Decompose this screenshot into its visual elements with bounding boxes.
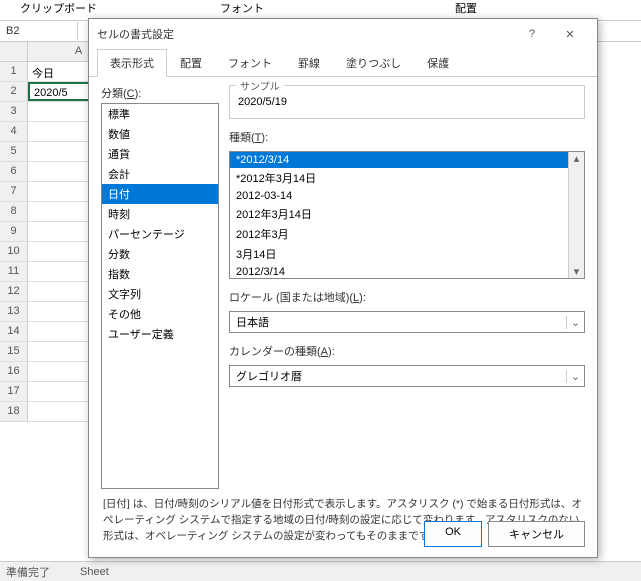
format-cells-dialog: セルの書式設定 ? ✕ 表示形式配置フォント罫線塗りつぶし保護 分類(C): 標… — [88, 18, 598, 558]
ok-button[interactable]: OK — [424, 521, 482, 547]
tab-1[interactable]: 配置 — [167, 49, 215, 77]
row-header[interactable]: 8 — [0, 202, 28, 221]
category-item[interactable]: その他 — [102, 304, 218, 324]
row-header[interactable]: 13 — [0, 302, 28, 321]
scroll-up-icon[interactable]: ▴ — [574, 152, 580, 165]
row-header[interactable]: 17 — [0, 382, 28, 401]
row-header[interactable]: 14 — [0, 322, 28, 341]
tab-4[interactable]: 塗りつぶし — [333, 49, 414, 77]
sample-value: 2020/5/19 — [236, 92, 578, 112]
category-item[interactable]: 分数 — [102, 244, 218, 264]
row-header[interactable]: 9 — [0, 222, 28, 241]
row-header[interactable]: 18 — [0, 402, 28, 421]
row-header[interactable]: 4 — [0, 122, 28, 141]
category-item[interactable]: 文字列 — [102, 284, 218, 304]
calendar-combo[interactable]: グレゴリオ暦 ⌄ — [229, 365, 585, 387]
ribbon-group-clipboard: クリップボード — [20, 0, 97, 16]
sheet-tab[interactable]: Sheet — [80, 566, 109, 578]
close-button[interactable]: ✕ — [551, 22, 589, 47]
help-button[interactable]: ? — [513, 22, 551, 46]
type-item[interactable]: *2012年3月14日 — [230, 168, 568, 188]
type-item[interactable]: 2012年3月14日 — [230, 204, 568, 224]
scroll-down-icon[interactable]: ▾ — [574, 265, 580, 278]
type-item[interactable]: 3月14日 — [230, 244, 568, 264]
category-label: 分類(C): — [101, 85, 219, 101]
row-header[interactable]: 3 — [0, 102, 28, 121]
category-item[interactable]: 会計 — [102, 164, 218, 184]
type-item[interactable]: 2012-03-14 — [230, 188, 568, 204]
category-item[interactable]: ユーザー定義 — [102, 324, 218, 344]
row-header[interactable]: 10 — [0, 242, 28, 261]
row-header[interactable]: 2 — [0, 82, 28, 101]
tab-5[interactable]: 保護 — [414, 49, 462, 77]
category-listbox[interactable]: 標準数値通貨会計日付時刻パーセンテージ分数指数文字列その他ユーザー定義 — [101, 103, 219, 489]
row-header[interactable]: 7 — [0, 182, 28, 201]
category-item[interactable]: 通貨 — [102, 144, 218, 164]
type-item[interactable]: 2012年3月 — [230, 224, 568, 244]
name-box[interactable]: B2 — [0, 22, 78, 40]
type-label: 種類(T): — [229, 129, 585, 145]
locale-combo[interactable]: 日本語 ⌄ — [229, 311, 585, 333]
type-item[interactable]: 2012/3/14 — [230, 264, 568, 278]
sample-label: サンプル — [236, 78, 284, 93]
locale-value: 日本語 — [230, 314, 566, 330]
row-header[interactable]: 11 — [0, 262, 28, 281]
row-header[interactable]: 16 — [0, 362, 28, 381]
dialog-tabs: 表示形式配置フォント罫線塗りつぶし保護 — [89, 49, 597, 77]
type-item[interactable]: *2012/3/14 — [230, 152, 568, 168]
chevron-down-icon: ⌄ — [566, 316, 584, 329]
category-item[interactable]: 標準 — [102, 104, 218, 124]
scrollbar[interactable]: ▴▾ — [568, 152, 584, 278]
row-header[interactable]: 15 — [0, 342, 28, 361]
calendar-label: カレンダーの種類(A): — [229, 343, 585, 359]
type-listbox[interactable]: *2012/3/14*2012年3月14日2012-03-142012年3月14… — [229, 151, 585, 279]
category-item[interactable]: パーセンテージ — [102, 224, 218, 244]
category-item[interactable]: 指数 — [102, 264, 218, 284]
calendar-value: グレゴリオ暦 — [230, 368, 566, 384]
sample-box: サンプル 2020/5/19 — [229, 85, 585, 119]
status-ready: 準備完了 — [6, 564, 50, 580]
ribbon-group-align: 配置 — [455, 0, 477, 16]
category-item[interactable]: 数値 — [102, 124, 218, 144]
row-header[interactable]: 12 — [0, 282, 28, 301]
cancel-button[interactable]: キャンセル — [488, 521, 585, 547]
chevron-down-icon: ⌄ — [566, 370, 584, 383]
select-all-corner[interactable] — [0, 42, 28, 61]
row-header[interactable]: 5 — [0, 142, 28, 161]
tab-0[interactable]: 表示形式 — [97, 49, 167, 77]
dialog-title: セルの書式設定 — [97, 26, 513, 42]
ribbon-group-font: フォント — [220, 0, 264, 16]
locale-label: ロケール (国または地域)(L): — [229, 289, 585, 305]
row-header[interactable]: 1 — [0, 62, 28, 81]
row-header[interactable]: 6 — [0, 162, 28, 181]
tab-3[interactable]: 罫線 — [285, 49, 333, 77]
tab-2[interactable]: フォント — [215, 49, 285, 77]
category-item[interactable]: 時刻 — [102, 204, 218, 224]
category-item[interactable]: 日付 — [102, 184, 218, 204]
